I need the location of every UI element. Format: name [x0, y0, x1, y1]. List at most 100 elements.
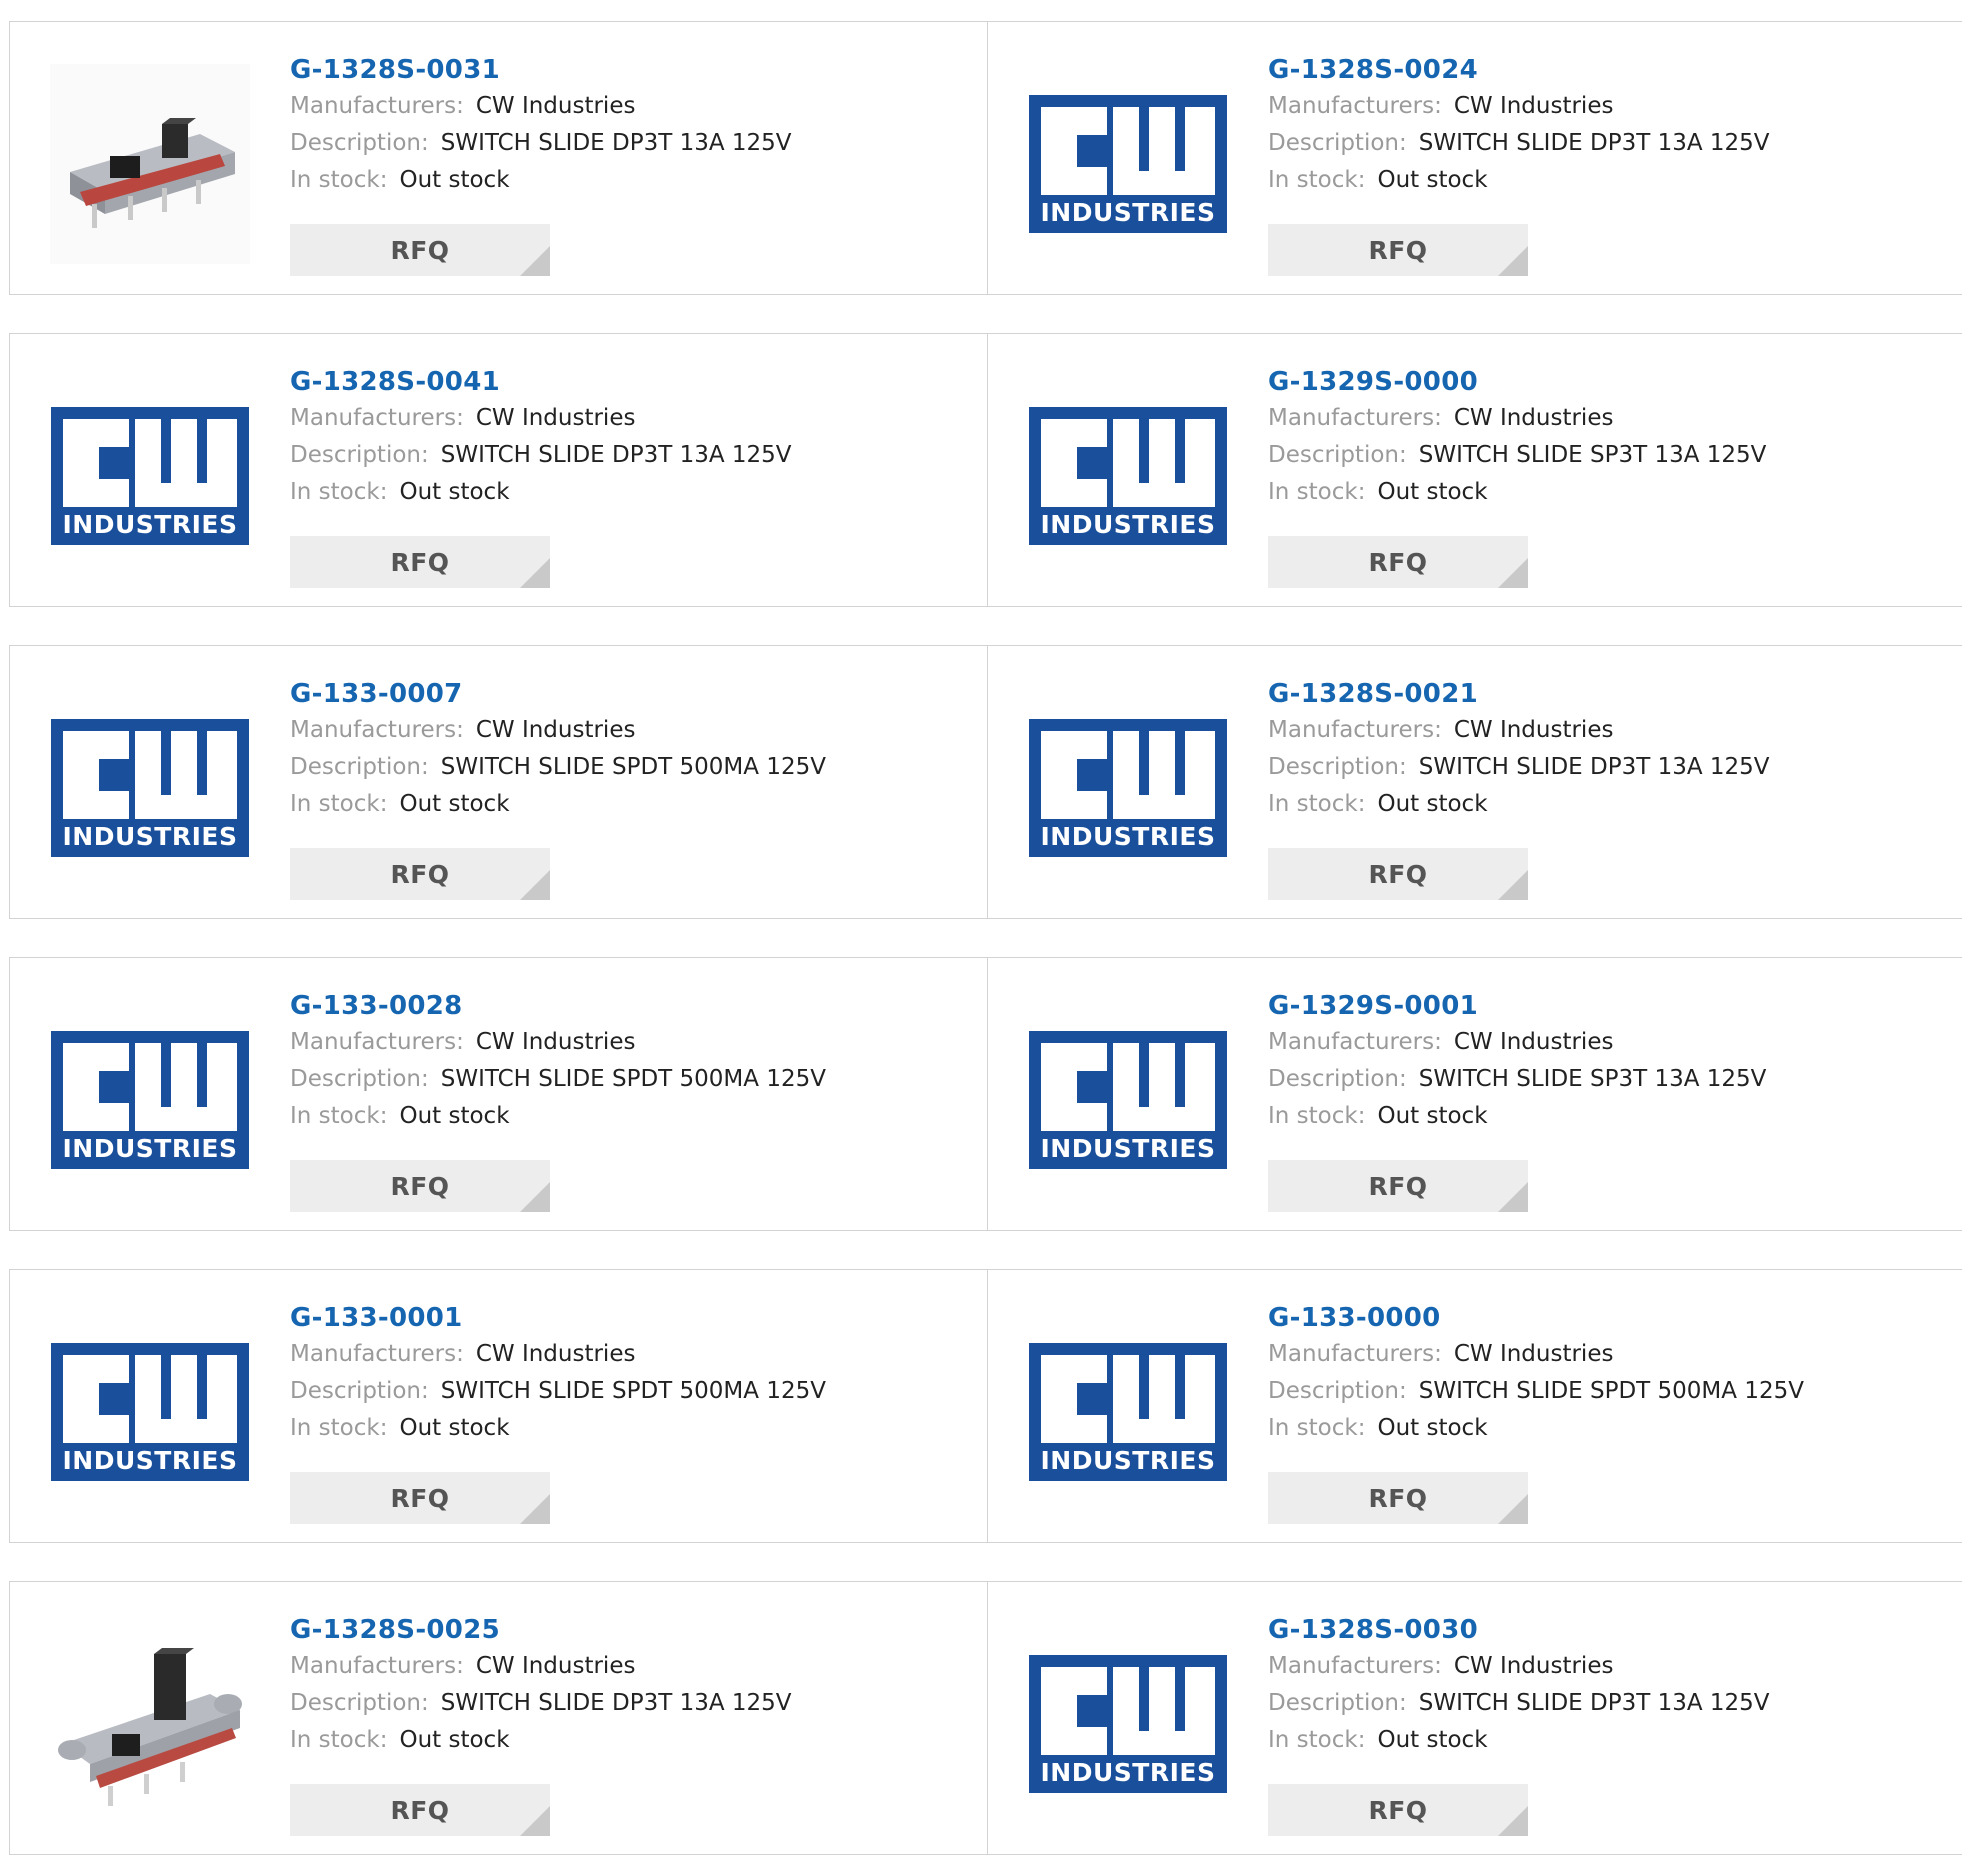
manufacturer-label: Manufacturers:: [290, 717, 464, 743]
part-number-link[interactable]: G-1328S-0021: [1268, 676, 1478, 712]
product-info: G-1329S-0000 Manufacturers: CW Industries…: [1268, 364, 1948, 511]
stock-line: In stock: Out stock: [1268, 1098, 1948, 1135]
cw-industries-logo[interactable]: INDUSTRIES: [50, 376, 250, 576]
rfq-button[interactable]: RFQ: [290, 536, 550, 588]
product-card: G-1328S-0031 Manufacturers: CW Industries…: [10, 22, 988, 294]
stock-line: In stock: Out stock: [290, 786, 970, 823]
rfq-button[interactable]: RFQ: [290, 848, 550, 900]
manufacturer-value: CW Industries: [475, 1029, 636, 1055]
rfq-label: RFQ: [1368, 547, 1428, 577]
rfq-label: RFQ: [390, 1795, 450, 1825]
product-photo[interactable]: [50, 1624, 250, 1824]
stock-line: In stock: Out stock: [290, 162, 970, 199]
cw-industries-logo[interactable]: INDUSTRIES: [50, 688, 250, 888]
part-number-link[interactable]: G-133-0028: [290, 988, 463, 1024]
stock-value: Out stock: [1377, 1415, 1488, 1441]
product-card: INDUSTRIES G-1328S-0021 Manufacturers: CW…: [988, 646, 1962, 918]
rfq-button[interactable]: RFQ: [290, 1472, 550, 1524]
manufacturer-label: Manufacturers:: [1268, 405, 1442, 431]
manufacturer-label: Manufacturers:: [1268, 1029, 1442, 1055]
product-row: INDUSTRIES G-133-0007 Manufacturers: CW I…: [9, 645, 1962, 919]
stock-label: In stock:: [290, 1727, 388, 1753]
product-row: G-1328S-0025 Manufacturers: CW Industries…: [9, 1581, 1962, 1855]
rfq-button[interactable]: RFQ: [1268, 224, 1528, 276]
cw-industries-logo[interactable]: INDUSTRIES: [1028, 688, 1228, 888]
cw-industries-logo[interactable]: INDUSTRIES: [1028, 376, 1228, 576]
description-label: Description:: [1268, 130, 1407, 156]
cw-industries-logo[interactable]: INDUSTRIES: [1028, 1000, 1228, 1200]
description-line: Description: SWITCH SLIDE DP3T 13A 125V: [290, 125, 970, 162]
rfq-button[interactable]: RFQ: [290, 1784, 550, 1836]
part-number-link[interactable]: G-1328S-0030: [1268, 1612, 1478, 1648]
manufacturer-value: CW Industries: [475, 1653, 636, 1679]
corner-fold-icon: [1498, 1806, 1528, 1836]
description-line: Description: SWITCH SLIDE DP3T 13A 125V: [1268, 125, 1948, 162]
part-number-link[interactable]: G-133-0000: [1268, 1300, 1441, 1336]
stock-value: Out stock: [399, 479, 510, 505]
rfq-button[interactable]: RFQ: [1268, 1472, 1528, 1524]
rfq-label: RFQ: [1368, 1483, 1428, 1513]
product-row: INDUSTRIES G-1328S-0041 Manufacturers: CW…: [9, 333, 1962, 607]
description-value: SWITCH SLIDE DP3T 13A 125V: [1418, 130, 1770, 156]
stock-label: In stock:: [1268, 167, 1366, 193]
rfq-button[interactable]: RFQ: [1268, 848, 1528, 900]
part-number-link[interactable]: G-1328S-0025: [290, 1612, 500, 1648]
stock-label: In stock:: [290, 167, 388, 193]
manufacturer-value: CW Industries: [475, 93, 636, 119]
rfq-button[interactable]: RFQ: [290, 224, 550, 276]
part-number-link[interactable]: G-1328S-0031: [290, 52, 500, 88]
stock-value: Out stock: [399, 1727, 510, 1753]
description-line: Description: SWITCH SLIDE SPDT 500MA 125V: [290, 1373, 970, 1410]
description-label: Description:: [1268, 1066, 1407, 1092]
cw-industries-logo[interactable]: INDUSTRIES: [50, 1000, 250, 1200]
manufacturer-value: CW Industries: [1453, 717, 1614, 743]
rfq-button[interactable]: RFQ: [1268, 536, 1528, 588]
cw-industries-logo[interactable]: INDUSTRIES: [50, 1312, 250, 1512]
description-label: Description:: [290, 442, 429, 468]
logo-wordmark: INDUSTRIES: [1040, 1758, 1216, 1787]
product-photo[interactable]: [50, 64, 250, 264]
manufacturer-line: Manufacturers: CW Industries: [290, 712, 970, 749]
manufacturer-value: CW Industries: [1453, 1653, 1614, 1679]
description-label: Description:: [1268, 1378, 1407, 1404]
description-label: Description:: [1268, 1690, 1407, 1716]
part-number-link[interactable]: G-1329S-0000: [1268, 364, 1478, 400]
corner-fold-icon: [1498, 1494, 1528, 1524]
description-value: SWITCH SLIDE SPDT 500MA 125V: [1418, 1378, 1804, 1404]
logo-wordmark: INDUSTRIES: [62, 1134, 238, 1163]
part-number-link[interactable]: G-133-0007: [290, 676, 463, 712]
description-value: SWITCH SLIDE SPDT 500MA 125V: [440, 1066, 826, 1092]
cw-industries-logo[interactable]: INDUSTRIES: [1028, 64, 1228, 264]
cw-industries-logo[interactable]: INDUSTRIES: [1028, 1312, 1228, 1512]
corner-fold-icon: [520, 558, 550, 588]
part-number-link[interactable]: G-1328S-0041: [290, 364, 500, 400]
product-row: INDUSTRIES G-133-0001 Manufacturers: CW I…: [9, 1269, 1962, 1543]
manufacturer-value: CW Industries: [1453, 1029, 1614, 1055]
stock-label: In stock:: [1268, 479, 1366, 505]
rfq-button[interactable]: RFQ: [1268, 1784, 1528, 1836]
rfq-label: RFQ: [1368, 1795, 1428, 1825]
corner-fold-icon: [520, 246, 550, 276]
description-label: Description:: [1268, 442, 1407, 468]
product-info: G-133-0007 Manufacturers: CW Industries D…: [290, 676, 970, 823]
manufacturer-line: Manufacturers: CW Industries: [1268, 1336, 1948, 1373]
stock-line: In stock: Out stock: [1268, 786, 1948, 823]
manufacturer-line: Manufacturers: CW Industries: [290, 88, 970, 125]
corner-fold-icon: [520, 1182, 550, 1212]
stock-line: In stock: Out stock: [1268, 162, 1948, 199]
stock-label: In stock:: [290, 1103, 388, 1129]
description-label: Description:: [290, 754, 429, 780]
cw-industries-logo[interactable]: INDUSTRIES: [1028, 1624, 1228, 1824]
stock-value: Out stock: [1377, 167, 1488, 193]
part-number-link[interactable]: G-133-0001: [290, 1300, 463, 1336]
manufacturer-line: Manufacturers: CW Industries: [1268, 1024, 1948, 1061]
stock-label: In stock:: [290, 1415, 388, 1441]
description-value: SWITCH SLIDE SPDT 500MA 125V: [440, 1378, 826, 1404]
stock-label: In stock:: [290, 791, 388, 817]
part-number-link[interactable]: G-1328S-0024: [1268, 52, 1478, 88]
stock-line: In stock: Out stock: [290, 1098, 970, 1135]
product-card: INDUSTRIES G-1329S-0001 Manufacturers: CW…: [988, 958, 1962, 1230]
rfq-button[interactable]: RFQ: [1268, 1160, 1528, 1212]
part-number-link[interactable]: G-1329S-0001: [1268, 988, 1478, 1024]
rfq-button[interactable]: RFQ: [290, 1160, 550, 1212]
